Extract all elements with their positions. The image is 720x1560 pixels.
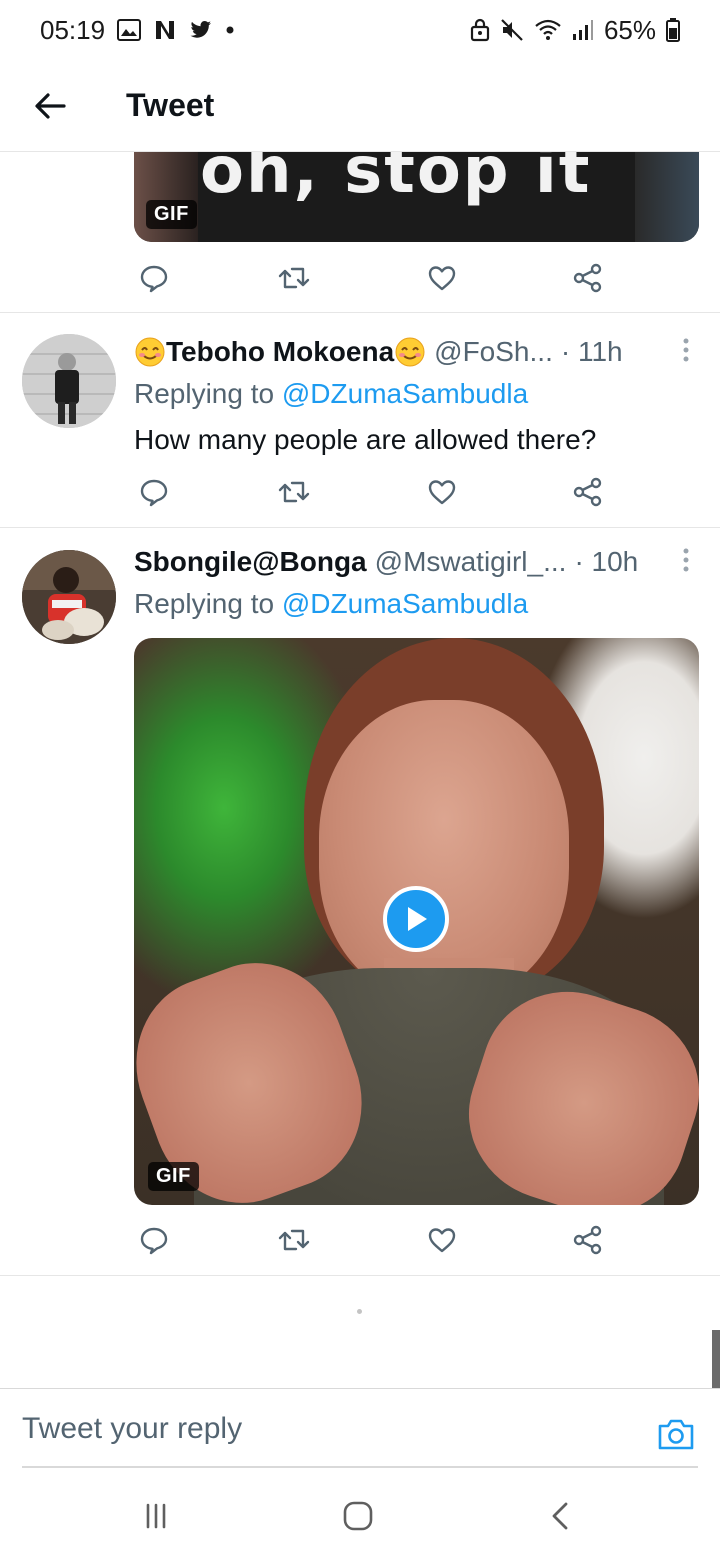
recent-apps-button[interactable] [136,1498,176,1534]
mute-icon [500,18,524,42]
retweet-button[interactable] [274,258,314,298]
tweet-divider [0,527,720,528]
reply-icon [140,265,168,293]
retweet-icon [278,1229,310,1251]
smiling-face-icon [395,337,425,367]
replying-to-label: Replying to [134,588,282,619]
share-button[interactable] [568,472,608,512]
page-title: Tweet [126,87,215,123]
lock-icon [470,18,490,42]
play-icon [408,907,427,931]
back-button[interactable] [0,60,100,152]
more-vertical-icon [683,338,689,362]
gif-badge: GIF [146,200,197,229]
reply-mention-link[interactable]: @DZumaSambudla [282,378,528,409]
like-button[interactable] [422,472,462,512]
share-button[interactable] [568,1220,608,1260]
arrow-left-icon [35,92,66,119]
netflix-icon [153,19,177,41]
display-name[interactable]: Sbongile@Bonga [134,546,367,578]
share-icon [573,263,602,293]
gif-media-top[interactable]: oh, stop it GIF [134,152,699,242]
tweet-divider [0,1275,720,1276]
share-icon [573,477,602,507]
camera-icon [658,1419,694,1450]
more-vertical-icon [683,548,689,572]
reply-button[interactable] [134,472,174,512]
recent-apps-icon [146,1503,166,1529]
back-nav-button[interactable] [540,1498,580,1534]
replying-to-label: Replying to [134,378,282,409]
status-time: 05:19 [40,14,106,45]
like-button[interactable] [422,1220,462,1260]
camera-button[interactable] [656,1414,696,1454]
home-button[interactable] [338,1498,378,1534]
loading-indicator [357,1309,362,1314]
tweet-divider [0,312,720,313]
reply-mention-link[interactable]: @DZumaSambudla [282,588,528,619]
gif-caption: oh, stop it [200,152,592,208]
gif-figure [319,700,569,1000]
heart-icon [428,266,456,291]
twitter-icon [189,19,213,41]
retweet-icon [278,267,310,289]
user-handle[interactable]: @FoSh... [434,336,553,368]
tweet-header: Sbongile@Bonga @Mswatigirl_... · 10h [134,542,674,582]
gallery-icon [117,19,142,41]
heart-icon [428,480,456,505]
reply-icon [140,1227,168,1255]
avatar-image [22,550,116,644]
gif-media[interactable]: GIF [134,638,699,1205]
reply-button[interactable] [134,1220,174,1260]
reply-button[interactable] [134,258,174,298]
chevron-left-icon [552,1502,568,1530]
scrollbar[interactable] [712,1330,720,1388]
tweet-actions [134,472,614,512]
avatar[interactable] [22,334,116,428]
status-left: 05:19 [40,15,235,46]
replying-to-line: Replying to @DZumaSambudla [134,378,528,410]
tweet-actions [134,258,614,298]
reply-input[interactable] [22,1389,622,1469]
gif-frame-edge [635,152,699,242]
battery-icon [666,18,680,42]
battery-percent: 65% [603,14,656,45]
reply-icon [140,479,168,507]
tweet-text: How many people are allowed there? [134,424,597,455]
retweet-button[interactable] [274,1220,314,1260]
play-button[interactable] [383,886,449,952]
avatar-image [22,334,116,428]
status-bar: 05:19 65% [0,0,720,60]
home-icon [343,1501,373,1531]
tweet-actions [134,1220,614,1260]
gif-badge: GIF [148,1162,199,1191]
signal-icon [572,19,594,41]
retweet-icon [278,481,310,503]
reply-composer [0,1388,720,1469]
display-name[interactable]: Teboho Mokoena [166,336,394,368]
system-nav-bar [0,1468,720,1560]
smiling-face-icon [135,337,165,367]
status-right: 65% [470,15,680,46]
replying-to-line: Replying to @DZumaSambudla [134,588,528,620]
share-button[interactable] [568,258,608,298]
wifi-icon [534,19,562,41]
avatar[interactable] [22,550,116,644]
tweet-time[interactable]: · 10h [574,546,638,578]
heart-icon [428,1228,456,1253]
more-options-button[interactable] [676,540,696,580]
user-handle[interactable]: @Mswatigirl_... [375,546,567,578]
more-options-button[interactable] [676,330,696,370]
share-icon [573,1225,602,1255]
dot-icon [225,25,235,35]
like-button[interactable] [422,258,462,298]
tweet-header: Teboho Mokoena @FoSh... · 11h [134,332,674,372]
app-header: Tweet [0,60,720,152]
tweet-time[interactable]: · 11h [561,336,623,368]
retweet-button[interactable] [274,472,314,512]
